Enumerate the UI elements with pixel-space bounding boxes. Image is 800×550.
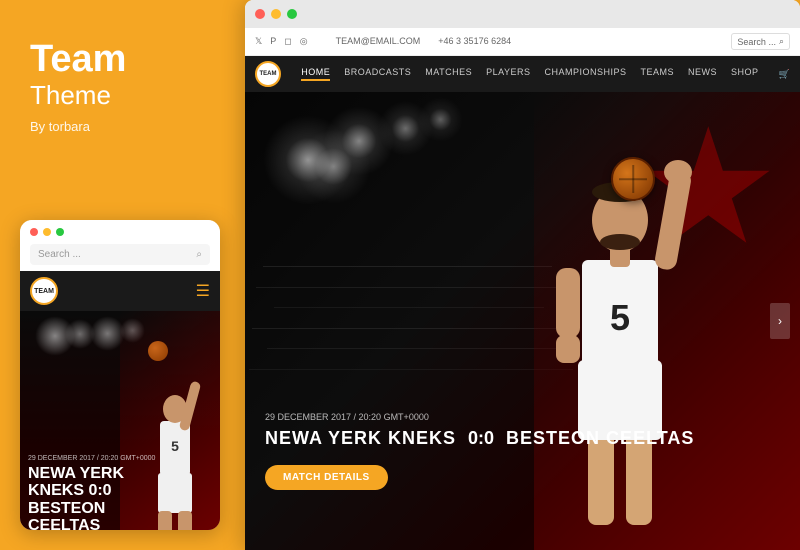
search-icon: ⌕ — [779, 36, 784, 47]
light-3 — [296, 129, 371, 204]
desktop-mockup: 𝕏 P ◻ ◎ TEAM@EMAIL.COM +46 3 35176 6284 … — [245, 0, 800, 550]
nav-item-shop[interactable]: SHOP — [731, 67, 759, 81]
svg-text:5: 5 — [610, 297, 630, 338]
hero-next-arrow[interactable]: › — [770, 303, 790, 339]
phone-label: +46 3 35176 6284 — [438, 36, 511, 47]
desktop-search-area: Search ... ⌕ — [731, 33, 790, 50]
mobile-hero: 5 29 DECEMBER 2017 / 20:20 GMT+0000 NEWA… — [20, 311, 220, 530]
hero-content: 29 DECEMBER 2017 / 20:20 GMT+0000 NEWA Y… — [265, 412, 694, 490]
desktop-hero: ★ 5 — [245, 92, 800, 550]
pinterest-icon[interactable]: P — [270, 36, 276, 47]
mobile-basketball — [148, 341, 168, 361]
desktop-nav-right: 🛒 — [779, 69, 790, 80]
mobile-nav: TEAM ☰ — [20, 271, 220, 311]
mobile-hero-content: 29 DECEMBER 2017 / 20:20 GMT+0000 NEWA Y… — [20, 449, 220, 530]
nav-item-broadcasts[interactable]: BROADCASTS — [344, 67, 411, 81]
desktop-title-bar — [245, 0, 800, 28]
cart-icon[interactable]: 🛒 — [779, 69, 790, 80]
mobile-match-title: NEWA YERK KNEKS 0:0 BESTEON CEELTAS — [28, 465, 212, 530]
instagram-icon[interactable]: ◻ — [284, 36, 291, 47]
motion-line-1 — [263, 266, 552, 267]
hero-score: 0:0 — [468, 428, 494, 449]
hero-team2: BESTEON CEELTAS — [506, 428, 694, 449]
mobile-date: 29 DECEMBER 2017 / 20:20 GMT+0000 — [28, 455, 212, 462]
theme-title: Team Theme By torbara — [30, 40, 215, 134]
mobile-dot-red — [30, 228, 38, 236]
nav-item-home[interactable]: HOME — [301, 67, 330, 81]
nav-item-championships[interactable]: CHAMPIONSHIPS — [544, 67, 626, 81]
hero-date: 29 DECEMBER 2017 / 20:20 GMT+0000 — [265, 412, 694, 422]
mobile-mockup: Search ... ⌕ TEAM ☰ 5 — [20, 220, 220, 530]
desktop-social-links: 𝕏 P ◻ ◎ TEAM@EMAIL.COM +46 3 35176 6284 — [255, 36, 721, 47]
nav-item-matches[interactable]: MATCHES — [425, 67, 472, 81]
desktop-nav-items: HOME BROADCASTS MATCHES PLAYERS CHAMPION… — [297, 67, 763, 81]
desktop-nav: TEAM HOME BROADCASTS MATCHES PLAYERS CHA… — [245, 56, 800, 92]
motion-line-2 — [256, 287, 563, 288]
twitter-icon[interactable]: 𝕏 — [255, 36, 262, 47]
mobile-search-bar[interactable]: Search ... ⌕ — [30, 244, 210, 265]
motion-line-5 — [267, 348, 563, 349]
desktop-dot-yellow — [271, 9, 281, 19]
match-details-button[interactable]: MATCH DETAILS — [265, 465, 388, 490]
nav-item-news[interactable]: NEWS — [688, 67, 717, 81]
desktop-dot-green — [287, 9, 297, 19]
desktop-search-placeholder: Search ... — [737, 37, 776, 47]
desktop-dot-red — [255, 9, 265, 19]
desktop-top-bar: 𝕏 P ◻ ◎ TEAM@EMAIL.COM +46 3 35176 6284 … — [245, 28, 800, 56]
search-icon: ⌕ — [196, 249, 202, 260]
mobile-logo: TEAM — [30, 277, 58, 305]
hero-team1: NEWA YERK KNEKS — [265, 428, 456, 449]
basketball-line-v — [632, 165, 634, 193]
email-label: TEAM@EMAIL.COM — [336, 36, 421, 47]
light-5 — [418, 97, 463, 142]
mobile-dot-yellow — [43, 228, 51, 236]
desktop-search-box[interactable]: Search ... ⌕ — [731, 33, 790, 50]
motion-line-3 — [274, 307, 545, 308]
desktop-basketball — [611, 157, 655, 201]
mobile-search-placeholder: Search ... — [38, 249, 191, 260]
mobile-dot-green — [56, 228, 64, 236]
mobile-title-bar — [20, 220, 220, 244]
rss-icon[interactable]: ◎ — [300, 36, 308, 47]
nav-item-teams[interactable]: TEAMS — [640, 67, 674, 81]
hero-match-row: NEWA YERK KNEKS 0:0 BESTEON CEELTAS — [265, 428, 694, 449]
desktop-logo: TEAM — [255, 61, 281, 87]
nav-item-players[interactable]: PLAYERS — [486, 67, 530, 81]
hamburger-icon[interactable]: ☰ — [196, 281, 210, 301]
